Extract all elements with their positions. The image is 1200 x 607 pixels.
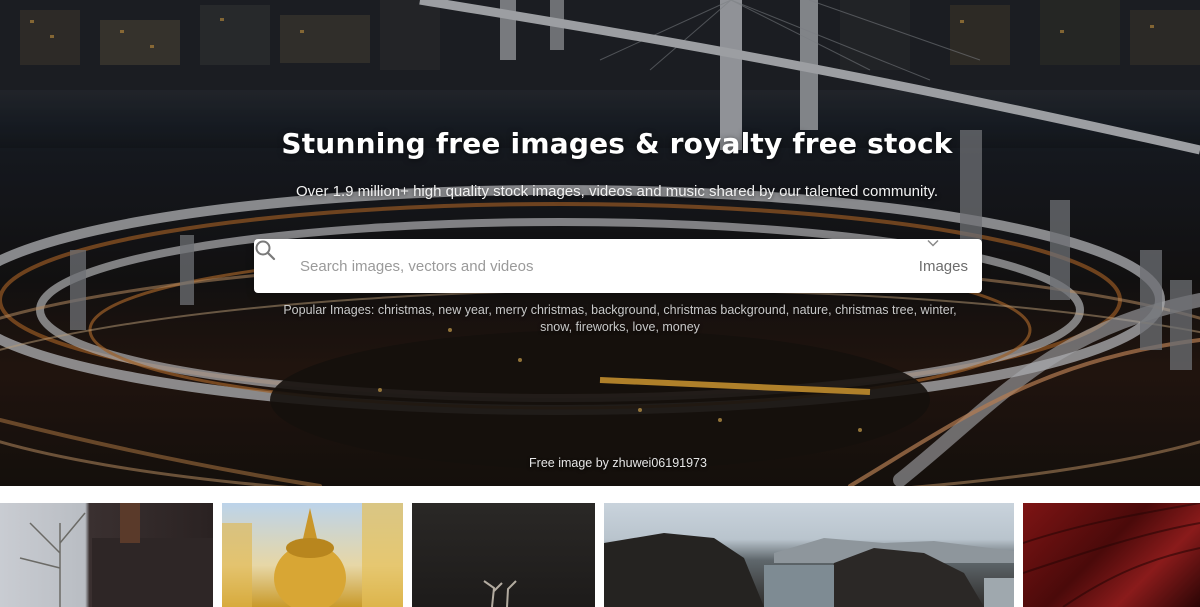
popular-tag-link[interactable]: nature <box>793 303 828 317</box>
popular-tag-link[interactable]: new year <box>438 303 488 317</box>
popular-tag-link[interactable]: christmas background <box>663 303 785 317</box>
hero-subtitle: Over 1.9 million+ high quality stock ima… <box>295 183 939 200</box>
credit-prefix: Free image by <box>529 456 609 470</box>
chevron-down-icon <box>927 239 939 247</box>
thumbnail-image <box>604 533 1014 607</box>
hero-title: Stunning free images & royalty free stoc… <box>281 127 953 160</box>
popular-tag-link[interactable]: love <box>633 320 656 334</box>
popular-tag-link[interactable]: snow <box>540 320 569 334</box>
credit-author-link[interactable]: zhuwei06191973 <box>612 456 707 470</box>
popular-tag-link[interactable]: merry christmas <box>495 303 584 317</box>
search-input[interactable] <box>300 239 860 293</box>
popular-tag-link[interactable]: background <box>591 303 656 317</box>
popular-tags-list: christmas, new year, merry christmas, ba… <box>377 303 957 334</box>
thumbnail-image <box>222 503 403 607</box>
gallery-thumbnail[interactable] <box>412 503 595 607</box>
popular-tag-link[interactable]: fireworks <box>576 320 626 334</box>
search-type-label: Images <box>918 257 968 275</box>
image-gallery <box>0 503 1200 607</box>
popular-tag-link[interactable]: christmas <box>378 303 431 317</box>
search-icon[interactable] <box>254 239 276 261</box>
gallery-thumbnail[interactable] <box>222 503 403 607</box>
gallery-thumbnail[interactable] <box>1023 503 1200 607</box>
thumbnail-image <box>1023 503 1200 607</box>
thumbnail-image <box>19 503 213 607</box>
gallery-thumbnail[interactable] <box>604 503 1014 607</box>
popular-searches: Popular Images: christmas, new year, mer… <box>270 302 970 336</box>
popular-label: Popular Images: <box>283 303 375 317</box>
thumbnail-image <box>483 580 517 607</box>
search-bar: Images <box>254 239 982 293</box>
popular-tag-link[interactable]: winter <box>921 303 954 317</box>
hero-banner: Stunning free images & royalty free stoc… <box>0 0 1200 486</box>
image-credit: Free image by zhuwei06191973 <box>0 456 1200 470</box>
popular-tag-link[interactable]: christmas tree <box>835 303 914 317</box>
search-type-dropdown[interactable]: Images <box>919 239 968 293</box>
gallery-thumbnail[interactable] <box>0 503 213 607</box>
popular-tag-link[interactable]: money <box>662 320 700 334</box>
